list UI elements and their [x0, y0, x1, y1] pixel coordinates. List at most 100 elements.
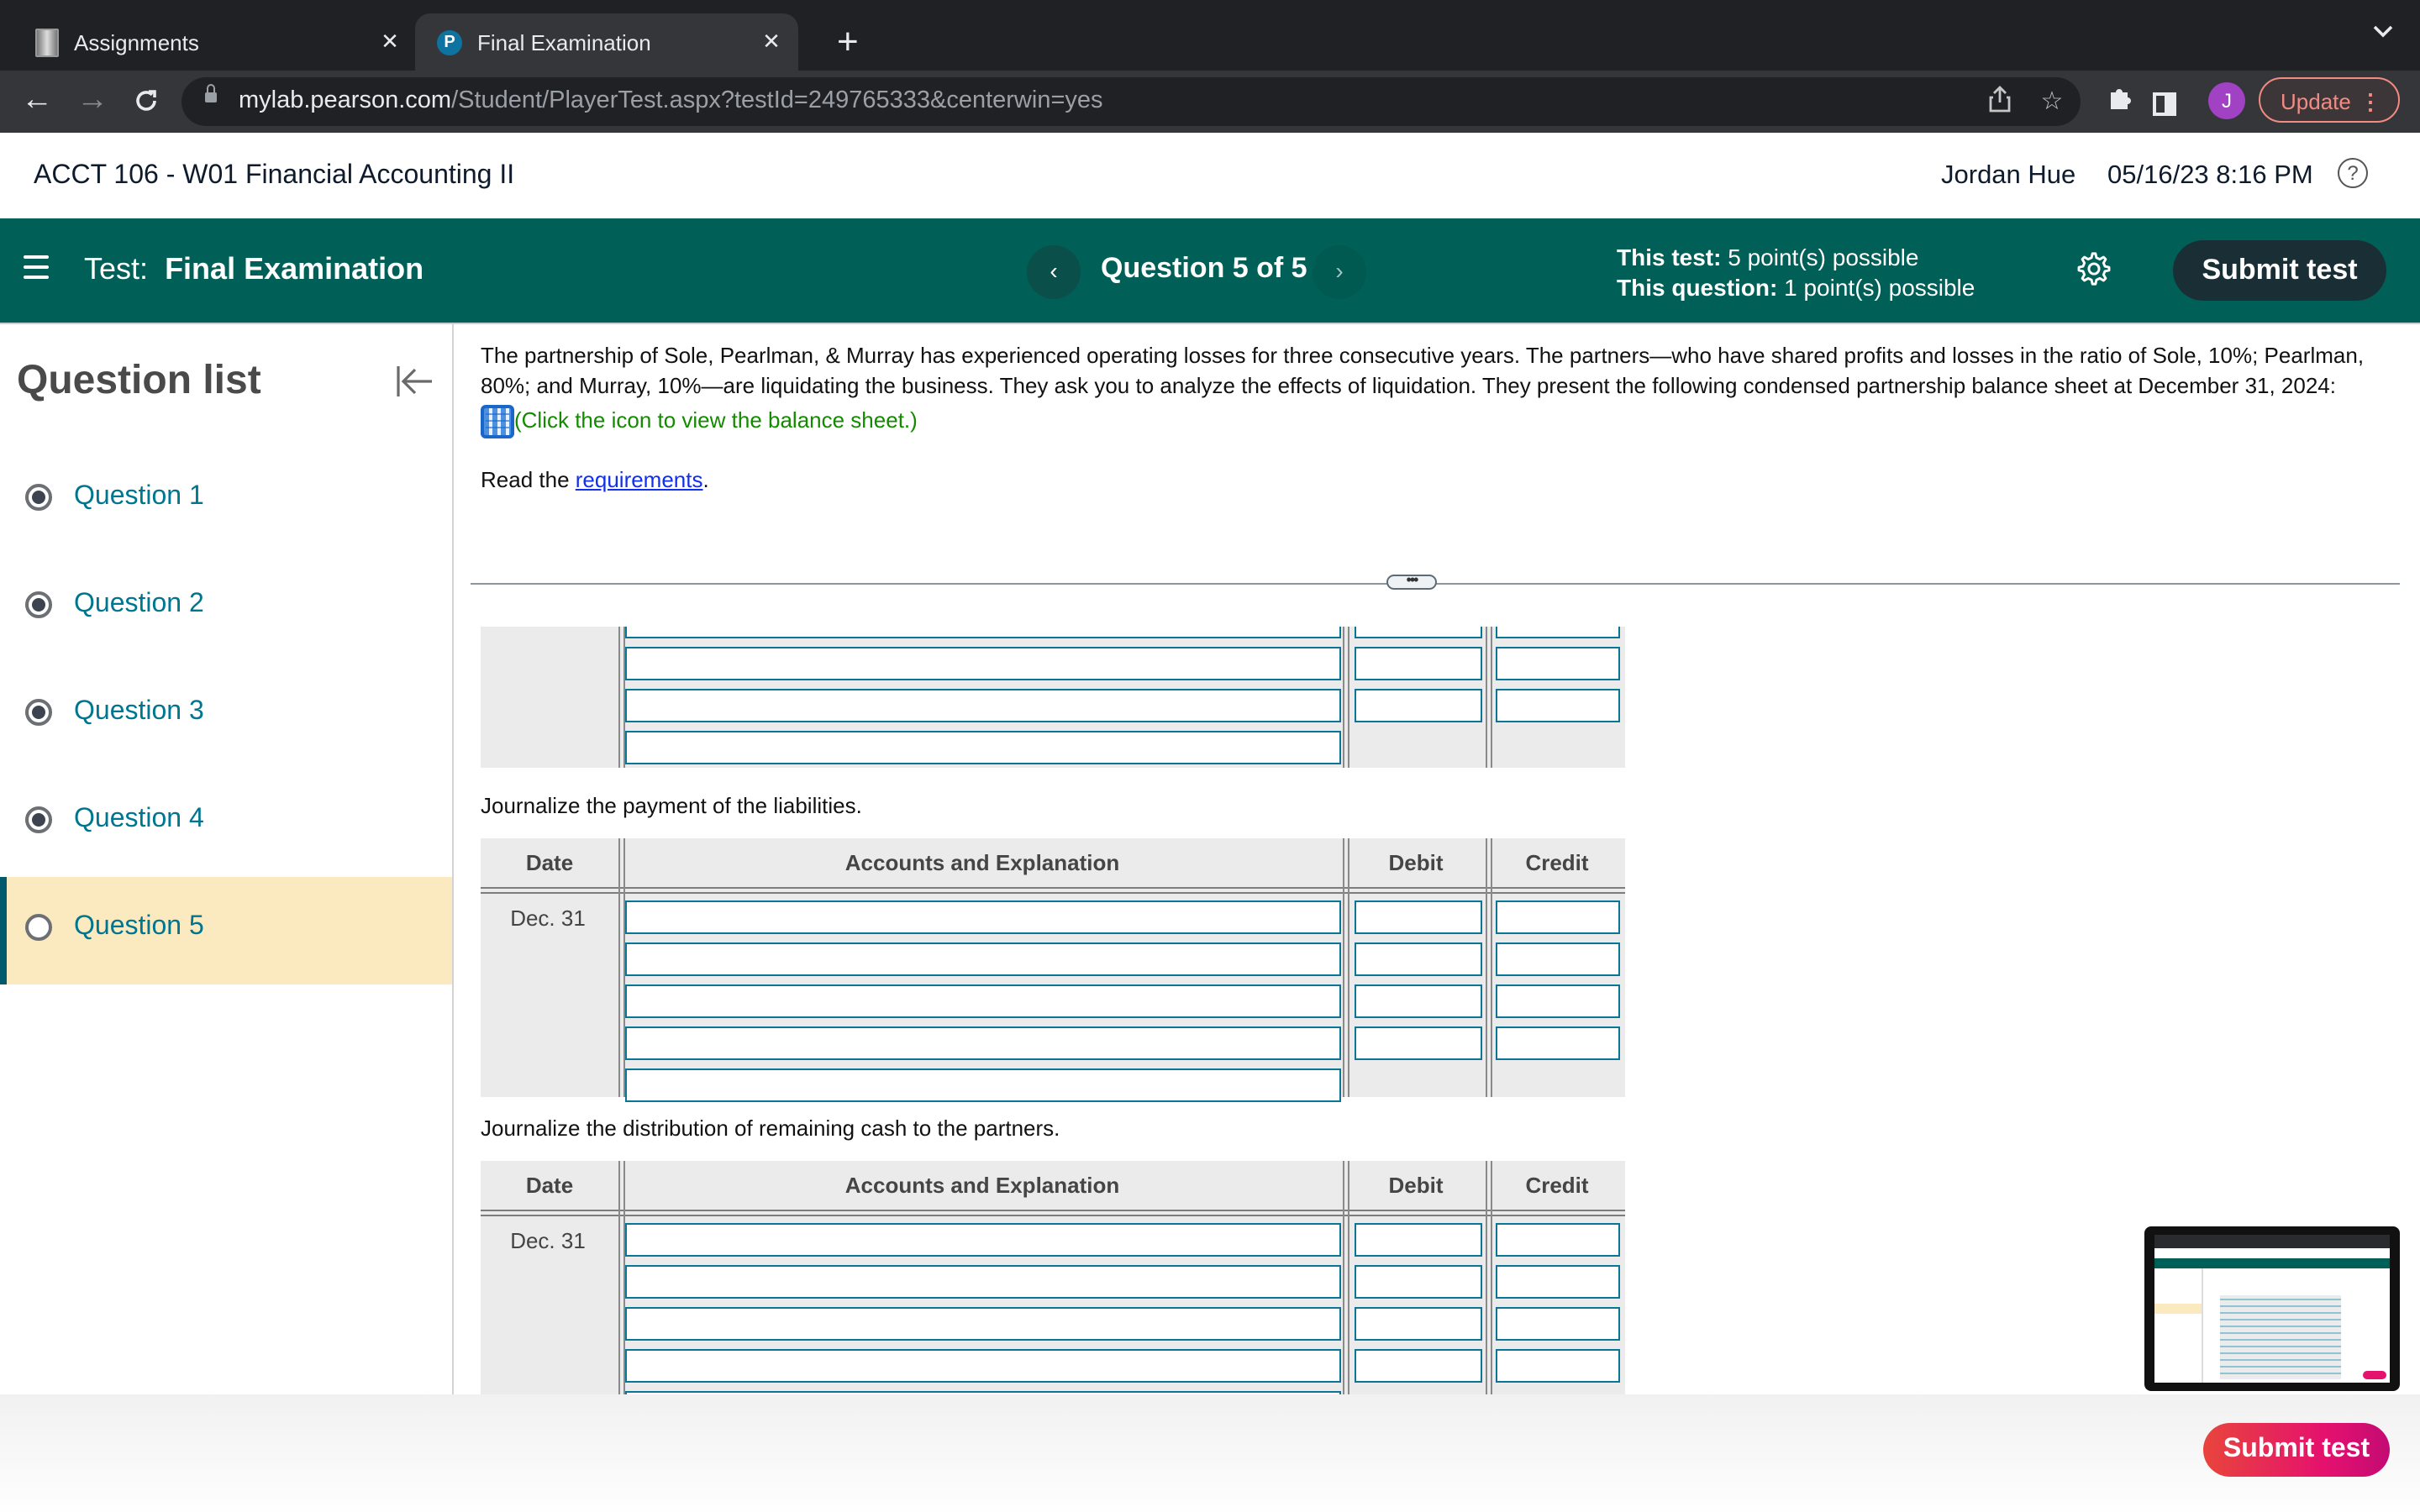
page-favicon-icon: [35, 28, 59, 56]
question-list-title: Question list: [17, 358, 261, 403]
table-header-row: Date Accounts and Explanation Debit Credit: [481, 838, 1625, 894]
close-tab-icon[interactable]: ✕: [755, 29, 788, 55]
share-icon[interactable]: [1983, 86, 2017, 119]
user-name: Jordan Hue: [1941, 161, 2076, 190]
account-explanation-input[interactable]: [625, 1265, 1341, 1299]
credit-input[interactable]: [1496, 1349, 1620, 1383]
browser-toolbar: ← → mylab.pearson.com/Student/PlayerTest…: [0, 71, 2420, 134]
debit-input[interactable]: [1355, 1223, 1482, 1257]
account-explanation-input[interactable]: [625, 1026, 1341, 1060]
next-question-button[interactable]: ›: [1313, 245, 1366, 299]
question-label[interactable]: Question 1: [74, 482, 204, 512]
sidebar-item-question-2[interactable]: Question 2: [0, 554, 452, 662]
sidebar-item-question-5[interactable]: Question 5: [0, 877, 452, 984]
bookmark-star-icon[interactable]: ☆: [2035, 86, 2069, 119]
sidebar-item-question-3[interactable]: Question 3: [0, 662, 452, 769]
table-grid-icon[interactable]: [481, 405, 514, 438]
gear-icon[interactable]: [2075, 250, 2112, 287]
credit-input[interactable]: [1496, 900, 1620, 934]
debit-input[interactable]: [1355, 1307, 1482, 1341]
entry-date: Dec. 31: [510, 1228, 586, 1253]
account-explanation-input[interactable]: [625, 647, 1341, 680]
column-separator: [1486, 1161, 1492, 1420]
screen-preview-thumbnail: [2144, 1226, 2400, 1391]
credit-input[interactable]: [1496, 1223, 1620, 1257]
balance-sheet-link[interactable]: (Click the icon to view the balance shee…: [514, 407, 918, 433]
account-explanation-input[interactable]: [625, 900, 1341, 934]
previous-question-button[interactable]: ‹: [1027, 245, 1081, 299]
credit-input[interactable]: [1496, 942, 1620, 976]
question-label[interactable]: Question 2: [74, 590, 204, 620]
forward-button[interactable]: →: [72, 81, 113, 121]
account-explanation-input[interactable]: [625, 1349, 1341, 1383]
requirements-link[interactable]: requirements: [576, 467, 703, 492]
column-separator: [1486, 838, 1492, 1097]
side-panel-icon[interactable]: [2153, 92, 2176, 116]
submit-test-button[interactable]: Submit test: [2173, 240, 2386, 301]
more-menu-icon[interactable]: ⋮: [2360, 79, 2381, 124]
question-label[interactable]: Question 4: [74, 805, 204, 835]
url-text[interactable]: mylab.pearson.com/Student/PlayerTest.asp…: [239, 77, 1103, 126]
new-tab-button[interactable]: +: [837, 17, 859, 67]
course-title: ACCT 106 - W01 Financial Accounting II: [34, 161, 515, 190]
credit-input[interactable]: [1496, 1307, 1620, 1341]
debit-input[interactable]: [1355, 627, 1482, 638]
entry-date: Dec. 31: [510, 906, 586, 931]
current-datetime: 05/16/23 8:16 PM: [2107, 161, 2313, 190]
credit-input[interactable]: [1496, 689, 1620, 722]
close-tab-icon[interactable]: ✕: [373, 29, 407, 55]
credit-input[interactable]: [1496, 647, 1620, 680]
account-explanation-input[interactable]: [625, 689, 1341, 722]
account-explanation-input[interactable]: [625, 1223, 1341, 1257]
debit-input[interactable]: [1355, 647, 1482, 680]
test-name: Final Examination: [165, 252, 424, 286]
account-explanation-input[interactable]: [625, 1068, 1341, 1102]
journal-entry-table: Date Accounts and Explanation Debit Credit D…: [481, 1161, 1625, 1425]
tab-assignments[interactable]: Assignments ✕: [20, 13, 417, 71]
account-explanation-input[interactable]: [625, 1307, 1341, 1341]
sidebar-item-question-4[interactable]: Question 4: [0, 769, 452, 877]
submit-test-bottom-button[interactable]: Submit test: [2203, 1423, 2390, 1477]
debit-input[interactable]: [1355, 984, 1482, 1018]
back-button[interactable]: ←: [17, 81, 57, 121]
account-explanation-input[interactable]: [625, 731, 1341, 764]
account-explanation-input[interactable]: [625, 627, 1341, 638]
debit-input[interactable]: [1355, 1026, 1482, 1060]
journal-table-partial: [481, 627, 1625, 768]
credit-input[interactable]: [1496, 1265, 1620, 1299]
question-label[interactable]: Question 5: [74, 912, 204, 942]
credit-input[interactable]: [1496, 627, 1620, 638]
account-explanation-input[interactable]: [625, 984, 1341, 1018]
update-label: Update: [2281, 89, 2351, 114]
credit-input[interactable]: [1496, 984, 1620, 1018]
debit-input[interactable]: [1355, 900, 1482, 934]
column-separator: [618, 627, 625, 768]
debit-input[interactable]: [1355, 1349, 1482, 1383]
footer-bar: [0, 1394, 2420, 1512]
help-icon[interactable]: ?: [2338, 158, 2368, 188]
update-button[interactable]: Update ⋮: [2259, 77, 2400, 123]
chevron-down-icon[interactable]: [2373, 20, 2393, 44]
debit-input[interactable]: [1355, 942, 1482, 976]
profile-avatar[interactable]: J: [2208, 82, 2245, 119]
question-list-sidebar: Question list Question 1 Question 2 Questi…: [0, 324, 454, 1394]
column-header-date: Date: [525, 1173, 574, 1198]
account-explanation-input[interactable]: [625, 942, 1341, 976]
credit-input[interactable]: [1496, 1026, 1620, 1060]
column-header-credit: Credit: [1525, 850, 1589, 875]
sidebar-item-question-1[interactable]: Question 1: [0, 447, 452, 554]
debit-input[interactable]: [1355, 689, 1482, 722]
tab-final-examination[interactable]: P Final Examination ✕: [415, 13, 798, 71]
answered-status-icon: [25, 591, 52, 618]
collapse-sidebar-icon[interactable]: [395, 361, 435, 402]
question-label[interactable]: Question 3: [74, 697, 204, 727]
journal-instruction: Journalize the distribution of remaining…: [481, 1116, 1060, 1141]
debit-input[interactable]: [1355, 1265, 1482, 1299]
read-suffix: .: [702, 467, 709, 492]
address-bar[interactable]: mylab.pearson.com/Student/PlayerTest.asp…: [182, 77, 2081, 126]
divider-drag-handle[interactable]: •••: [1386, 572, 1437, 590]
column-header-date: Date: [525, 850, 574, 875]
extensions-puzzle-icon[interactable]: [2104, 84, 2138, 118]
reload-button[interactable]: [126, 81, 166, 121]
menu-hamburger-icon[interactable]: [24, 255, 49, 279]
